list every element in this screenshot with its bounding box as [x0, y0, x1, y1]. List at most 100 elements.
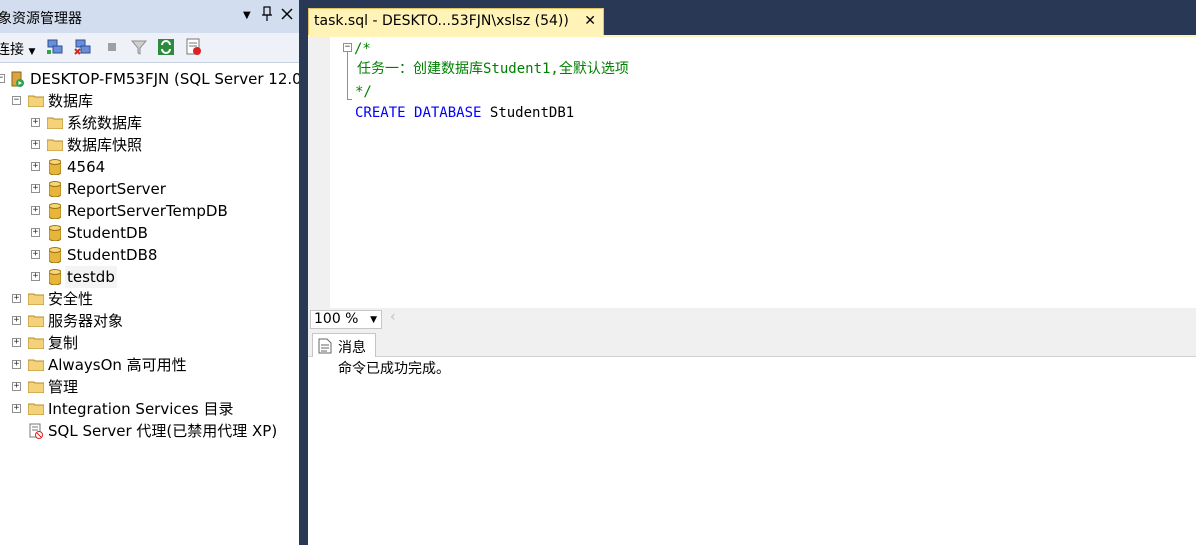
code-line-4: CREATE DATABASE StudentDB1 [355, 102, 574, 124]
zoom-bar: 100 % ▼ ‹ [308, 308, 1196, 331]
tree-node-database-selected[interactable]: + testdb [0, 266, 299, 288]
expand-toggle[interactable]: + [31, 206, 40, 215]
expand-toggle[interactable]: + [31, 272, 40, 281]
tree-node-security[interactable]: + 安全性 [0, 288, 299, 310]
folder-icon [28, 403, 44, 415]
expand-toggle[interactable]: + [12, 294, 21, 303]
tree-node-server-objects[interactable]: + 服务器对象 [0, 310, 299, 332]
tree-label: ReportServerTempDB [67, 202, 228, 220]
expand-toggle[interactable]: + [31, 228, 40, 237]
object-explorer-title: 象资源管理器 [0, 11, 82, 27]
object-explorer-panel: 象资源管理器 ▼ 连接 ▼ − DESKTOP-FM53FJN (SQL Ser… [0, 0, 306, 545]
folder-icon [28, 381, 44, 393]
tree-label: SQL Server 代理(已禁用代理 XP) [48, 422, 278, 440]
tree-label: 数据库快照 [67, 136, 143, 154]
tree-label: StudentDB [67, 224, 148, 242]
keyword-database: DATABASE [414, 105, 482, 121]
document-tab-task-sql[interactable]: task.sql - DESKTO...53FJN\xslsz (54)) ✕ [308, 8, 604, 35]
tree-label: AlwaysOn 高可用性 [48, 356, 187, 374]
message-icon [318, 338, 332, 354]
identifier-dbname: StudentDB1 [489, 105, 575, 121]
database-icon [49, 181, 61, 197]
folder-icon [47, 139, 63, 151]
tree-label: 服务器对象 [48, 312, 124, 330]
tree-node-database[interactable]: + ReportServer [0, 178, 299, 200]
tree-node-databases[interactable]: − 数据库 [0, 90, 299, 112]
expand-toggle[interactable]: + [31, 118, 40, 127]
tree-label: Integration Services 目录 [48, 400, 234, 418]
tree-label: 4564 [67, 158, 106, 176]
zoom-select[interactable]: 100 % ▼ [310, 310, 382, 329]
tree-node-database[interactable]: + StudentDB [0, 222, 299, 244]
tab-messages[interactable]: 消息 [312, 333, 376, 357]
folder-icon [47, 117, 63, 129]
code-line-2: 任务一：创建数据库Student1,全默认选项 [357, 61, 629, 77]
tree-label: 数据库 [48, 92, 94, 110]
expand-toggle[interactable]: + [12, 382, 21, 391]
pin-icon[interactable] [261, 6, 273, 26]
expand-toggle[interactable]: + [12, 316, 21, 325]
expand-toggle[interactable]: + [31, 162, 40, 171]
stop-icon[interactable] [103, 38, 121, 56]
tree-node-database[interactable]: + StudentDB8 [0, 244, 299, 266]
tree-node-sql-agent[interactable]: SQL Server 代理(已禁用代理 XP) [0, 420, 299, 442]
folder-icon [28, 337, 44, 349]
tree-label: ReportServer [67, 180, 166, 198]
tree-node-alwayson[interactable]: + AlwaysOn 高可用性 [0, 354, 299, 376]
server-icon [11, 71, 24, 87]
connect-label: 连接 [0, 42, 24, 58]
expand-toggle[interactable]: + [12, 360, 21, 369]
database-icon [49, 225, 61, 241]
chevron-down-icon: ▼ [370, 315, 377, 325]
refresh-icon[interactable] [157, 38, 175, 56]
agent-icon [29, 423, 43, 439]
expand-toggle[interactable]: + [12, 404, 21, 413]
expand-toggle[interactable]: + [31, 140, 40, 149]
tree-node-system-databases[interactable]: + 系统数据库 [0, 112, 299, 134]
folder-icon [28, 315, 44, 327]
tree-node-database-snapshots[interactable]: + 数据库快照 [0, 134, 299, 156]
database-icon [49, 269, 61, 285]
expand-toggle[interactable]: + [31, 250, 40, 259]
tab-close-icon[interactable]: ✕ [584, 13, 596, 29]
database-icon [49, 203, 61, 219]
disconnect-icon[interactable] [74, 38, 92, 56]
tree-label: StudentDB8 [67, 246, 158, 264]
dropdown-icon[interactable]: ▼ [243, 10, 251, 21]
tree-label: 复制 [48, 334, 79, 352]
object-explorer-toolbar: 连接 ▼ [0, 33, 299, 63]
fold-line-end [347, 99, 352, 100]
scroll-left-icon[interactable]: ‹ [390, 309, 396, 325]
activity-icon[interactable] [185, 38, 203, 56]
chevron-down-icon: ▼ [28, 47, 36, 57]
results-tabbar: 消息 [308, 331, 1196, 357]
tree-label: 系统数据库 [67, 114, 143, 132]
tree-node-integration-services[interactable]: + Integration Services 目录 [0, 398, 299, 420]
tree-node-database[interactable]: + ReportServerTempDB [0, 200, 299, 222]
connect-button[interactable]: 连接 ▼ [0, 39, 35, 59]
object-explorer-titlebar: 象资源管理器 ▼ [0, 0, 299, 33]
editor-gutter [308, 37, 330, 308]
folder-icon [28, 359, 44, 371]
expand-toggle[interactable]: + [12, 338, 21, 347]
tree-label: 管理 [48, 378, 79, 396]
tree-node-server[interactable]: − DESKTOP-FM53FJN (SQL Server 12.0. [0, 68, 306, 90]
fold-toggle[interactable]: − [343, 43, 352, 52]
close-icon[interactable] [281, 6, 293, 26]
panel-splitter[interactable] [299, 0, 308, 545]
expand-toggle[interactable]: + [31, 184, 40, 193]
connect-icon[interactable] [46, 38, 64, 56]
tree-node-database[interactable]: + 4564 [0, 156, 299, 178]
tree-node-replication[interactable]: + 复制 [0, 332, 299, 354]
server-name: DESKTOP-FM53FJN (SQL Server 12.0. [30, 70, 307, 88]
collapse-toggle[interactable]: − [12, 96, 21, 105]
result-message: 命令已成功完成。 [338, 361, 450, 377]
keyword-create: CREATE [355, 105, 406, 121]
collapse-toggle[interactable]: − [0, 74, 5, 83]
zoom-value: 100 % [314, 311, 359, 327]
tree-node-management[interactable]: + 管理 [0, 376, 299, 398]
folder-icon [28, 293, 44, 305]
filter-icon[interactable] [130, 38, 148, 56]
sql-editor[interactable]: − /* 任务一：创建数据库Student1,全默认选项 */ CREATE D… [308, 37, 1196, 308]
fold-line [347, 52, 348, 100]
